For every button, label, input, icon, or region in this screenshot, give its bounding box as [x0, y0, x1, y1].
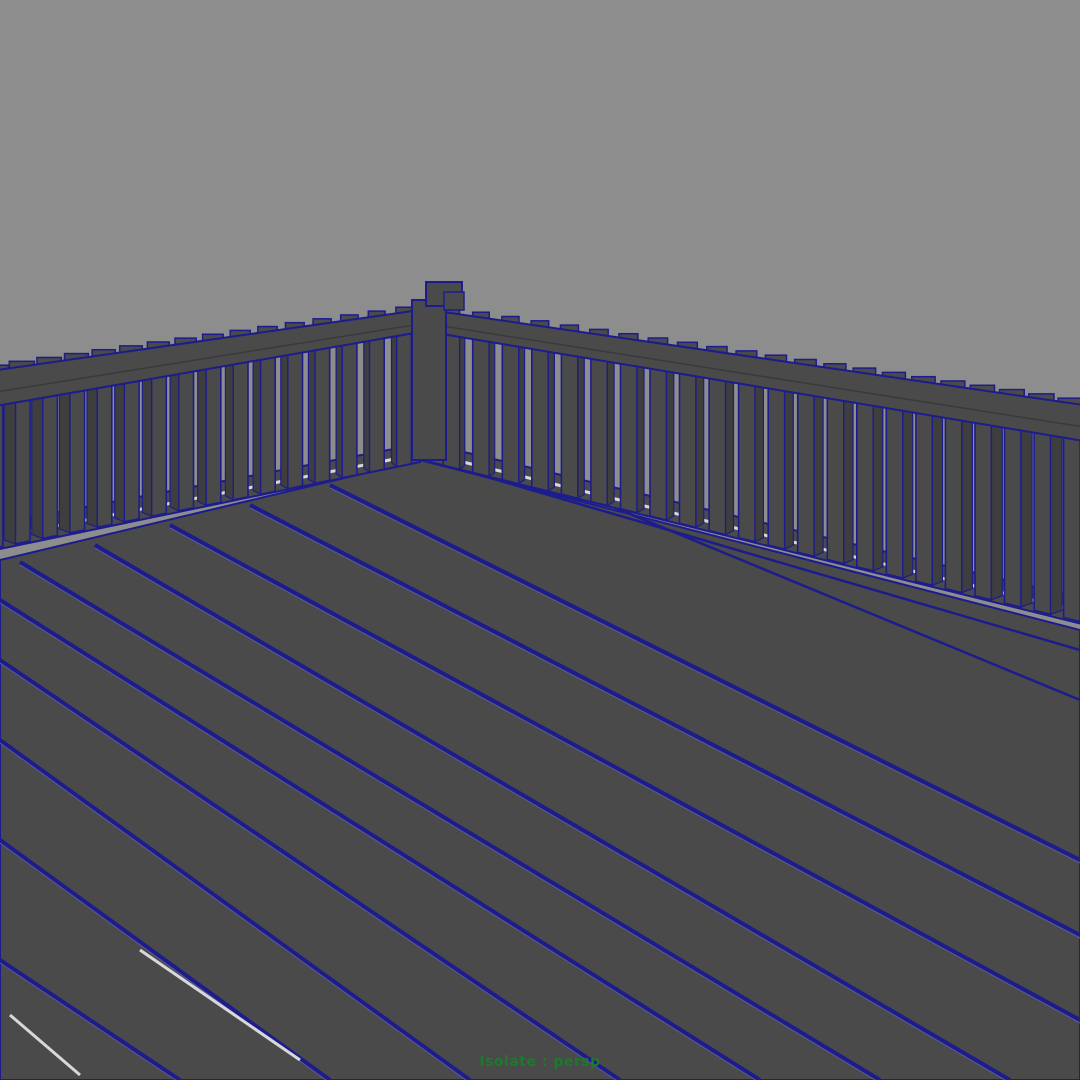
picket [590, 351, 609, 507]
picket-side [363, 330, 370, 474]
picket-side [390, 326, 398, 468]
picket [314, 341, 331, 485]
picket-side [86, 373, 98, 529]
picket-side [1049, 419, 1063, 616]
picket [855, 393, 875, 572]
picket-side [252, 347, 262, 496]
picket-side [224, 352, 234, 501]
picket-side [813, 382, 824, 558]
picket [649, 361, 668, 522]
picket [123, 370, 140, 523]
picket-side [636, 354, 645, 514]
picket [974, 411, 993, 601]
picket [341, 336, 358, 479]
picket [395, 328, 413, 468]
picket [1003, 415, 1022, 609]
picket-side [459, 327, 466, 471]
picket-side [961, 405, 974, 594]
picket [737, 374, 756, 543]
picket-side [280, 343, 289, 490]
picket [0, 392, 4, 548]
picket [1033, 420, 1052, 616]
picket-side [577, 345, 585, 500]
picket [915, 402, 934, 587]
picket [1062, 424, 1080, 623]
picket-side [665, 359, 675, 522]
picket [767, 379, 786, 551]
picket-side [31, 381, 44, 540]
picket-side [902, 396, 914, 579]
picket [501, 338, 520, 485]
picket-side [724, 368, 735, 536]
picket [232, 353, 249, 501]
picket-side [695, 364, 705, 529]
picket-side [754, 373, 765, 543]
picket-side [872, 391, 884, 572]
picket-side [488, 332, 496, 478]
picket [796, 383, 816, 558]
picket [14, 387, 31, 545]
picket [560, 347, 579, 500]
corner-post-cap-side [443, 291, 465, 311]
picket-side [307, 339, 316, 485]
corner-post-body [411, 299, 447, 461]
picket [678, 365, 697, 529]
picket-side [518, 336, 526, 485]
picket-side [931, 400, 944, 587]
picket-side [3, 386, 16, 545]
picket [826, 388, 845, 565]
picket-side [141, 364, 153, 518]
picket-side [990, 409, 1003, 601]
picket-side [114, 369, 125, 523]
picket [150, 366, 168, 518]
picket [944, 406, 963, 594]
picket-side [843, 386, 854, 565]
picket [259, 349, 277, 496]
picket [368, 332, 386, 474]
picket-side [1020, 414, 1033, 608]
deck-scene[interactable] [0, 0, 1080, 1080]
picket-side [169, 360, 180, 512]
picket [286, 345, 304, 490]
picket-side [606, 350, 615, 507]
3d-viewport[interactable]: Isolate : persp [0, 0, 1080, 1080]
picket-side [784, 377, 794, 551]
picket-side [197, 356, 207, 507]
picket [708, 370, 727, 536]
picket-side [335, 334, 343, 479]
picket [178, 362, 195, 512]
picket [96, 375, 113, 529]
picket-side [547, 341, 556, 493]
picket [885, 397, 904, 580]
picket [41, 383, 59, 540]
picket [619, 356, 638, 514]
picket [205, 358, 222, 507]
picket-side [58, 377, 71, 534]
picket [69, 379, 86, 534]
picket [471, 333, 491, 478]
picket [530, 342, 550, 493]
